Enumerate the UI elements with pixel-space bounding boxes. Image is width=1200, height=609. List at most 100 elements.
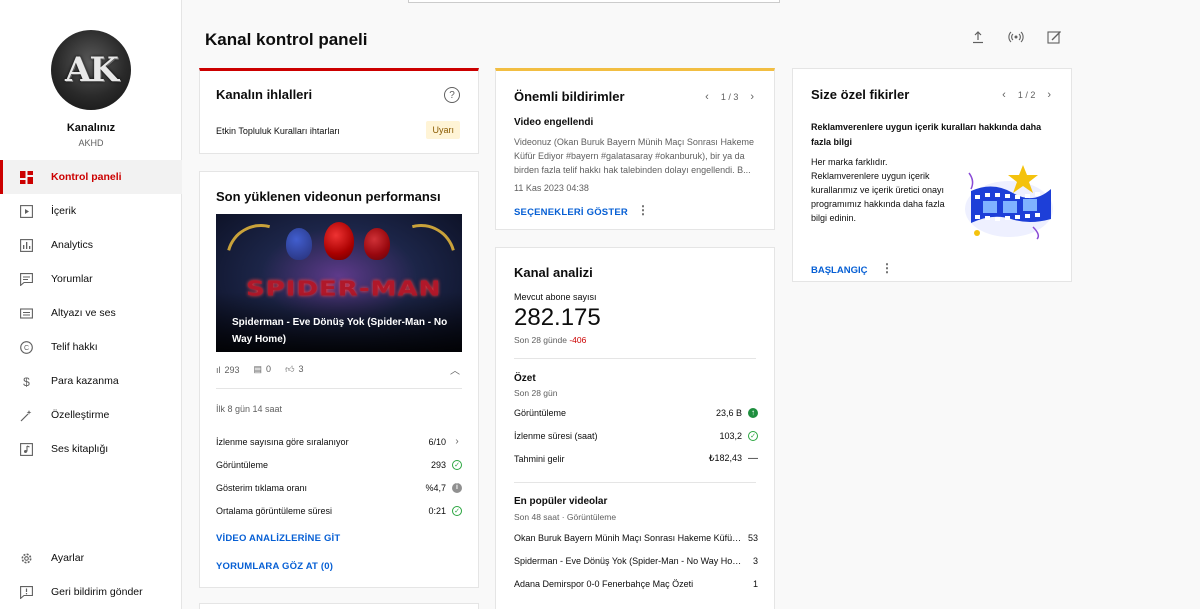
video-views: 1 (752, 578, 758, 589)
channel-avatar[interactable]: AK (51, 30, 131, 110)
chevron-left-icon[interactable]: ‹ (705, 91, 709, 103)
metric-value: 293 (430, 459, 446, 470)
pager-text: 1 / 3 (720, 92, 739, 102)
idea-body: Her marka farklıdır. Reklamverenlere uyg… (811, 157, 945, 223)
sidebar-item-label: Altyazı ve ses (51, 307, 116, 319)
edit-icon[interactable] (1041, 24, 1067, 50)
sidebar-item-audio-library[interactable]: Ses kitaplığı (0, 432, 182, 466)
show-options-link[interactable]: SEÇENEKLERİ GÖSTER (514, 207, 628, 218)
sidebar-item-settings[interactable]: Ayarlar (0, 541, 182, 575)
more-vert-icon[interactable]: ⋮ (881, 261, 893, 275)
channel-name: Kanalınız (66, 122, 116, 134)
sidebar-item-feedback[interactable]: Geri bildirim gönder (0, 575, 182, 609)
sidebar-item-subtitles[interactable]: Altyazı ve ses (0, 296, 182, 330)
metric-row-ranking[interactable]: İzlenme sayısına göre sıralanıyor 6/10 › (216, 430, 462, 453)
upload-icon[interactable] (965, 24, 991, 50)
magic-wand-icon (19, 408, 33, 422)
chevron-right-icon[interactable]: › (1047, 89, 1051, 101)
content-icon (19, 204, 33, 218)
channel-handle: AKHD (78, 138, 104, 148)
video-name: Okan Buruk Bayern Münih Maçı Sonrası Hak… (514, 532, 748, 543)
sidebar-item-label: Özelleştirme (51, 409, 110, 421)
divider (514, 482, 756, 483)
info-icon: i (452, 482, 462, 493)
metric-label: İzlenme sayısına göre sıralanıyor (216, 436, 349, 447)
views-stat: ıl 293 (216, 365, 240, 375)
metric-value: %4,7 (425, 482, 446, 493)
ideas-for-you-card: Size özel fikirler ‹ 1 / 2 › Reklamveren… (792, 68, 1072, 282)
get-started-link[interactable]: BAŞLANGIÇ (811, 265, 867, 276)
notification-subtitle: Video engellendi (514, 117, 594, 128)
dollar-icon: $ (19, 374, 33, 388)
comments-icon (19, 272, 33, 286)
metric-label: Görüntüleme (514, 407, 567, 418)
top-video-row[interactable]: Okan Buruk Bayern Münih Maçı Sonrası Hak… (514, 526, 758, 549)
see-comments-link[interactable]: YORUMLARA GÖZ AT (0) (216, 561, 333, 572)
check-circle-icon: ✓ (452, 459, 462, 470)
top-videos-subtitle: Son 48 saat · Görüntüleme (514, 512, 617, 522)
metric-label: Tahmini gelir (514, 453, 565, 464)
chevron-left-icon[interactable]: ‹ (1002, 89, 1006, 101)
search-box-edge[interactable] (408, 0, 780, 3)
gear-icon (19, 551, 33, 565)
video-thumbnail[interactable]: SPIDER-MAN Spiderman - Eve Dönüş Yok (Sp… (216, 214, 462, 352)
sidebar-item-copyright[interactable]: C Telif hakkı (0, 330, 182, 364)
views-value: 293 (224, 364, 240, 375)
metric-label: Ortalama görüntüleme süresi (216, 505, 333, 516)
sidebar-item-comments[interactable]: Yorumlar (0, 262, 182, 296)
avatar-text: AK (65, 50, 119, 90)
top-video-row[interactable]: Adana Demirspor 0-0 Fenerbahçe Maç Özeti… (514, 572, 758, 595)
header-actions (965, 24, 1067, 50)
thumbnail-art (364, 228, 390, 260)
live-icon[interactable] (1003, 24, 1029, 50)
sidebar-item-customization[interactable]: Özelleştirme (0, 398, 182, 432)
violations-title: Kanalın ihlalleri (216, 87, 313, 102)
metric-label: Görüntüleme (216, 459, 269, 470)
performance-period: İlk 8 gün 14 saat (216, 404, 283, 414)
sidebar-item-analytics[interactable]: Analytics (0, 228, 182, 262)
top-videos-list: Okan Buruk Bayern Münih Maçı Sonrası Hak… (514, 526, 758, 595)
sidebar-item-content[interactable]: İçerik (0, 194, 182, 228)
comments-stat: ▤ 0 (254, 364, 272, 375)
sidebar-item-monetization[interactable]: $ Para kazanma (0, 364, 182, 398)
chevron-up-icon[interactable]: ︿ (450, 362, 460, 377)
metric-value: 103,2 (719, 430, 742, 441)
sidebar: AK Kanalınız AKHD Kontrol paneli İçerik … (0, 0, 182, 609)
next-card-edge (199, 603, 479, 609)
violations-text: Etkin Topluluk Kuralları ihtarları (216, 126, 340, 136)
top-video-row[interactable]: Spiderman - Eve Dönüş Yok (Spider-Man - … (514, 549, 758, 572)
sidebar-item-label: Para kazanma (51, 375, 119, 387)
bar-chart-icon: ıl (216, 364, 221, 375)
notifications-pager: ‹ 1 / 3 › (705, 91, 754, 103)
metric-row-ctr: Gösterim tıklama oranı %4,7 i (216, 476, 462, 499)
feedback-icon (19, 585, 33, 599)
warning-badge: Uyarı (426, 121, 460, 139)
change-value: -406 (569, 335, 587, 345)
chevron-right-icon: › (455, 436, 459, 447)
comment-icon: ▤ (253, 364, 263, 374)
help-icon[interactable]: ? (444, 87, 460, 103)
chevron-right-icon[interactable]: › (750, 91, 754, 103)
subscribers-count: 282.175 (514, 304, 601, 331)
performance-title: Son yüklenen videonun performansı (216, 189, 441, 204)
summary-row-watch-time: İzlenme süresi (saat) 103,2 ✓ (514, 424, 758, 447)
video-name: Spiderman - Eve Dönüş Yok (Spider-Man - … (514, 555, 748, 566)
more-vert-icon[interactable]: ⋮ (637, 203, 649, 217)
sidebar-item-label: Telif hakkı (51, 341, 98, 353)
metric-value: ₺182,43 (708, 453, 742, 463)
sidebar-item-label: Ayarlar (51, 552, 85, 564)
channel-analytics-card: Kanal analizi Mevcut abone sayısı 282.17… (495, 247, 775, 609)
summary-title: Özet (514, 373, 536, 384)
go-to-video-analytics-link[interactable]: VİDEO ANALİZLERİNE GİT (216, 533, 340, 544)
analytics-title: Kanal analizi (514, 265, 593, 280)
notifications-title: Önemli bildirimler (514, 89, 625, 104)
thumbs-up-icon: 👍︎ (285, 364, 295, 374)
notification-body: Videonuz (Okan Buruk Bayern Münih Maçı S… (514, 137, 754, 175)
metric-row-views: Görüntüleme 293 ✓ (216, 453, 462, 476)
sidebar-item-label: Ses kitaplığı (51, 443, 109, 455)
sidebar-item-dashboard[interactable]: Kontrol paneli (0, 160, 182, 194)
subscribers-change: Son 28 günde -406 (514, 335, 586, 345)
metric-label: İzlenme süresi (saat) (514, 430, 598, 441)
dashboard-icon (19, 170, 33, 184)
thumbnail-art (324, 222, 354, 260)
